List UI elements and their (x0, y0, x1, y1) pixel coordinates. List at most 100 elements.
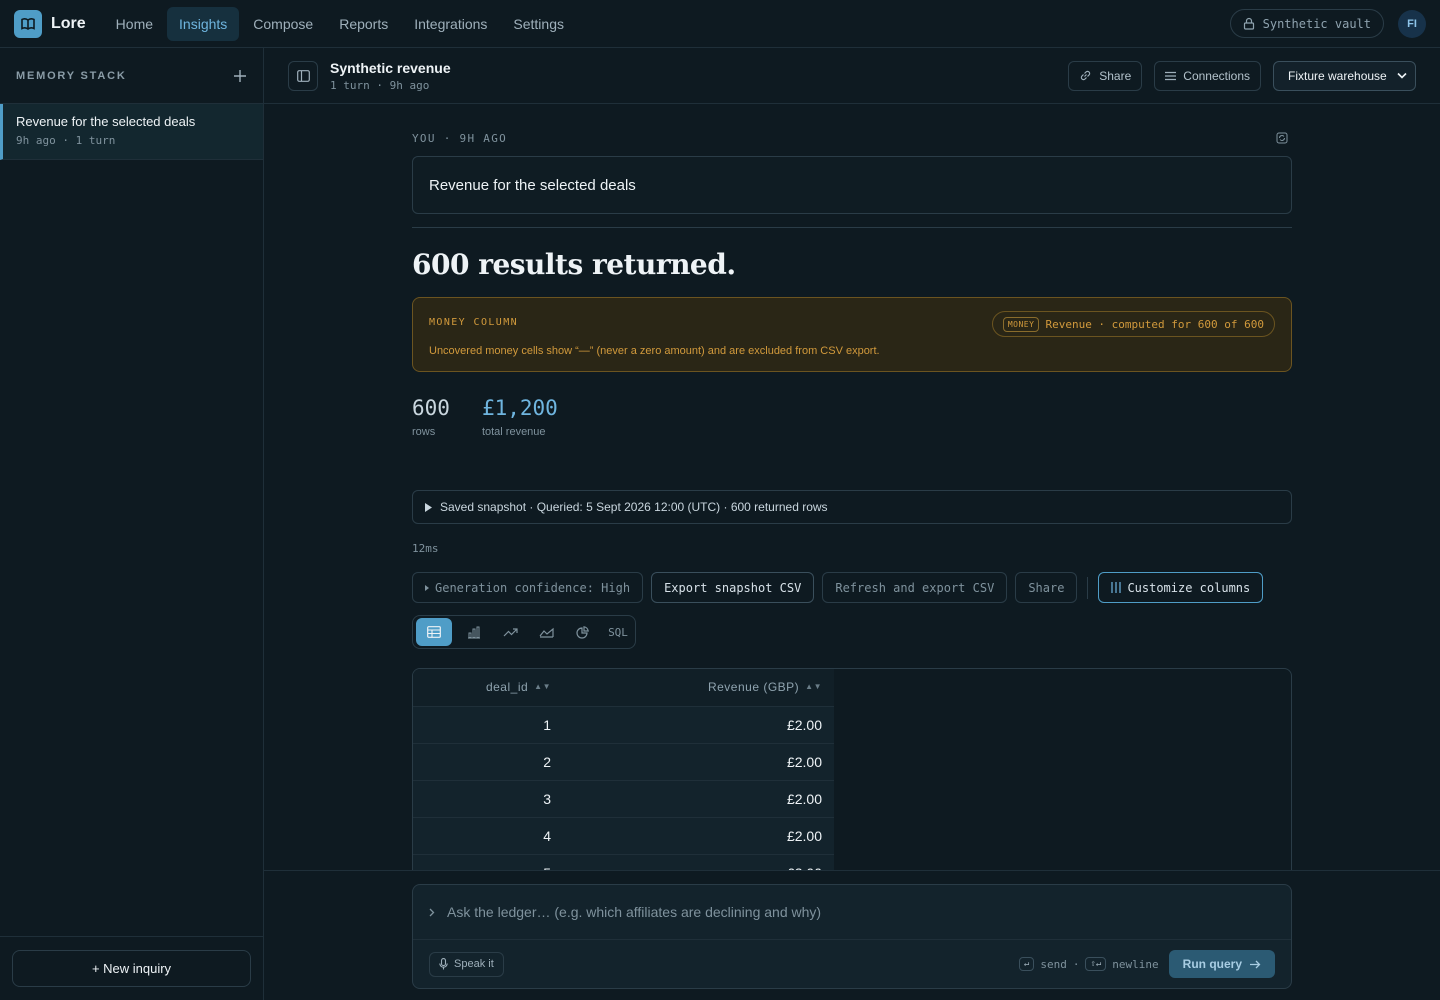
result-title: 600 results returned. (412, 248, 736, 281)
link-icon (1081, 70, 1091, 81)
new-inquiry-button[interactable]: + New inquiry (12, 950, 251, 987)
stat-rows-value: 600 (412, 396, 450, 420)
snapshot-text: Saved snapshot · Queried: 5 Sept 2026 12… (440, 500, 828, 514)
stat-rows: 600 rows (412, 396, 450, 438)
trend-icon (503, 628, 518, 637)
table-cell: £2.00 (563, 817, 834, 855)
refresh-icon (1276, 132, 1288, 144)
conversation-meta: 1 turn · 9h ago (330, 78, 430, 92)
sidebar-item-meta: 9h ago · 1 turn (16, 134, 116, 147)
sort-icon: ▲▼ (805, 682, 822, 692)
money-coverage-text: Revenue · computed for 600 of 600 (1045, 317, 1264, 331)
ask-input[interactable] (447, 904, 1275, 920)
results-table-container: deal_id ▲▼ Revenue (GBP) ▲▼ 1 £2.00 2 £2.00 … (412, 668, 1292, 870)
line-chart-view-button[interactable] (496, 618, 524, 646)
refresh-export-button[interactable]: Refresh and export CSV (822, 572, 1008, 603)
money-note: Uncovered money cells show “—” (never a … (429, 345, 880, 357)
export-snapshot-button[interactable]: Export snapshot CSV (651, 572, 815, 603)
warehouse-value: Fixture warehouse (1288, 68, 1387, 83)
toggle-panel-button[interactable] (288, 60, 318, 91)
bar-chart-view-button[interactable] (460, 618, 488, 646)
column-header-revenue[interactable]: Revenue (GBP) ▲▼ (563, 669, 834, 707)
brand[interactable]: Lore (14, 9, 86, 38)
hint-separator: · (1072, 957, 1080, 971)
column-header-deal-id[interactable]: deal_id ▲▼ (413, 669, 563, 707)
sidebar-item-revenue[interactable]: Revenue for the selected deals 9h ago · … (0, 104, 263, 160)
money-column-label: MONEY COLUMN (429, 317, 519, 328)
plus-icon (234, 69, 246, 82)
composer-input-row (413, 885, 1291, 940)
sidebar: MEMORY STACK Revenue for the selected de… (0, 48, 264, 1000)
nav-home[interactable]: Home (104, 7, 165, 41)
keyboard-hints: ↵ send · ⇧↵ newline (1018, 957, 1159, 971)
table-cell: £2.00 (563, 706, 834, 744)
newline-hint: newline (1112, 957, 1159, 971)
connections-button[interactable]: Connections (1154, 60, 1261, 91)
question-box: Revenue for the selected deals (412, 156, 1292, 214)
columns-icon (1111, 582, 1122, 593)
sql-view-button[interactable]: SQL (604, 618, 632, 646)
triangle-right-icon (425, 502, 432, 512)
list-icon (1165, 71, 1177, 80)
stats: 600 rows £1,200 total revenue (412, 396, 558, 438)
view-switcher: SQL (412, 615, 636, 649)
pie-chart-view-button[interactable] (568, 618, 596, 646)
money-coverage-pill: MONEY Revenue · computed for 600 of 600 (991, 311, 1275, 337)
sidebar-title: MEMORY STACK (16, 69, 127, 82)
table-row: 1 £2.00 (413, 706, 834, 744)
pie-chart-icon (575, 625, 589, 639)
stat-revenue: £1,200 total revenue (482, 396, 558, 438)
sort-icon: ▲▼ (534, 682, 551, 692)
area-chart-view-button[interactable] (532, 618, 560, 646)
table-row: 3 £2.00 (413, 780, 834, 818)
avatar[interactable]: FI (1398, 9, 1426, 38)
results-table: deal_id ▲▼ Revenue (GBP) ▲▼ 1 £2.00 2 £2.00 … (413, 669, 834, 870)
snapshot-disclosure[interactable]: Saved snapshot · Queried: 5 Sept 2026 12… (412, 490, 1292, 524)
share-result-button[interactable]: Share (1015, 572, 1078, 603)
nav-insights[interactable]: Insights (167, 6, 240, 41)
table-cell: £2.00 (563, 854, 834, 870)
customize-columns-label: Customize columns (1127, 580, 1251, 595)
brand-name: Lore (51, 14, 86, 32)
triangle-right-icon (425, 584, 429, 591)
top-nav: Lore Home Insights Compose Reports Integ… (0, 0, 1440, 48)
table-view-button[interactable] (416, 618, 452, 646)
action-bar: Generation confidence: High Export snaps… (412, 572, 1264, 603)
sidebar-panel-icon (296, 69, 310, 82)
table-row: 2 £2.00 (413, 743, 834, 781)
add-memory-button[interactable] (233, 69, 247, 83)
table-icon (427, 626, 441, 638)
column-header-label: Revenue (GBP) (707, 680, 800, 695)
share-label: Share (1099, 68, 1132, 83)
sidebar-item-title: Revenue for the selected deals (16, 114, 196, 129)
book-icon (14, 9, 42, 38)
table-header-row: deal_id ▲▼ Revenue (GBP) ▲▼ (413, 669, 834, 707)
chevron-right-icon (429, 908, 435, 916)
bar-chart-icon (468, 626, 480, 639)
table-row: 5£2.00 (413, 854, 834, 870)
nav-compose[interactable]: Compose (241, 7, 325, 41)
table-cell: £2.00 (563, 743, 834, 781)
speak-button[interactable]: Speak it (429, 951, 504, 977)
regenerate-button[interactable] (1276, 132, 1288, 144)
enter-key-icon: ↵ (1018, 957, 1035, 971)
vault-button[interactable]: Synthetic vault (1229, 9, 1384, 38)
nav-reports[interactable]: Reports (327, 7, 400, 41)
vault-label: Synthetic vault (1262, 16, 1371, 31)
conversation-area: YOU · 9H AGO Revenue for the selected de… (264, 104, 1440, 870)
nav-settings[interactable]: Settings (501, 7, 576, 41)
chevron-down-icon (1397, 72, 1407, 79)
stat-revenue-value: £1,200 (481, 396, 558, 420)
nav-integrations[interactable]: Integrations (402, 7, 499, 41)
table-cell: 3 (413, 780, 563, 818)
share-button[interactable]: Share (1068, 60, 1143, 91)
run-query-label: Run query (1182, 957, 1242, 971)
table-cell: 4 (413, 817, 563, 855)
arrow-right-icon (1250, 960, 1261, 968)
warehouse-select[interactable]: Fixture warehouse (1273, 60, 1416, 91)
conversation-title: Synthetic revenue (330, 59, 451, 76)
confidence-button[interactable]: Generation confidence: High (412, 572, 644, 603)
customize-columns-button[interactable]: Customize columns (1098, 572, 1264, 603)
sidebar-footer: + New inquiry (0, 936, 263, 1000)
run-query-button[interactable]: Run query (1168, 950, 1275, 978)
